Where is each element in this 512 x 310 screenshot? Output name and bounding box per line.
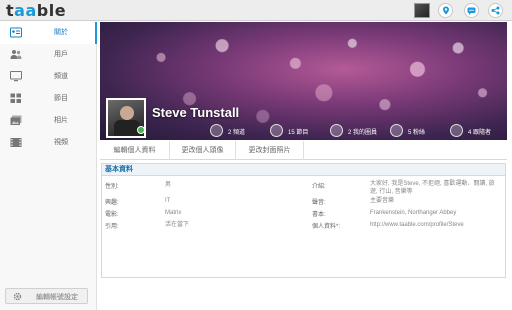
sidebar-item-label: 頻道 <box>54 73 68 80</box>
sidebar-item-label: 視頻 <box>54 139 68 146</box>
profile-card-icon <box>10 27 22 38</box>
avatar-face <box>120 106 134 120</box>
info-label: 興趣: <box>105 200 119 206</box>
main-content: Steve Tunstall 2 頻道 15 節目 2 我的圈員 5 粉絲 4 … <box>100 22 508 310</box>
logo-part: t <box>6 1 15 20</box>
info-value: Matrix <box>165 210 182 216</box>
tab-change-cover[interactable]: 更改封面照片 <box>236 141 304 160</box>
logo-part: ble <box>36 1 67 20</box>
users-icon <box>330 124 343 137</box>
top-bar: taable <box>0 0 512 21</box>
online-status-dot <box>137 126 145 134</box>
info-label: 個人資料*: <box>312 224 341 230</box>
basic-info-title: 基本資料 <box>102 164 505 176</box>
stat-text: 15 節目 <box>288 130 309 136</box>
taable-logo[interactable]: taable <box>6 1 66 20</box>
location-pin-icon <box>442 6 449 15</box>
sidebar-item-photos[interactable]: 相片 <box>0 110 97 132</box>
stat-text: 2 我的圈員 <box>348 130 378 136</box>
sidebar: 關於 用戶 頻道 節目 相片 視頻 編輯帳號設定 <box>0 22 97 310</box>
monitor-icon <box>210 124 223 137</box>
profile-tabs: 編輯個人資料 更改個人頭像 更改封面照片 <box>100 141 507 160</box>
monitor-icon <box>10 71 22 82</box>
sidebar-item-channels[interactable]: 頻道 <box>0 66 97 88</box>
share-button[interactable] <box>488 3 503 18</box>
chat-button[interactable] <box>464 3 479 18</box>
profile-name: Steve Tunstall <box>152 105 240 120</box>
follow-icon <box>450 124 463 137</box>
profile-url-link[interactable]: http://www.taable.com/profile/Steve <box>370 221 464 229</box>
stat-text: 5 粉絲 <box>408 130 426 136</box>
photos-icon <box>10 115 22 125</box>
add-user-icon <box>390 124 403 137</box>
basic-info-panel: 基本資料 性別: 男 興趣: IT 電影: Matrix 引用: 活在當下 介紹… <box>101 163 506 278</box>
share-icon <box>491 6 500 15</box>
sidebar-item-label: 節目 <box>54 95 68 102</box>
account-settings-button[interactable]: 編輯帳號設定 <box>5 288 88 304</box>
logo-part: aa <box>14 1 37 20</box>
grid-icon <box>10 93 21 103</box>
info-value: Frankenstein, Northanger Abbey <box>370 210 457 216</box>
tab-edit-profile[interactable]: 編輯個人資料 <box>100 141 170 160</box>
info-label: 介紹: <box>312 184 326 190</box>
info-value: IT <box>165 198 171 204</box>
info-label: 聲音: <box>312 200 326 206</box>
info-value: 男 <box>165 182 172 188</box>
sidebar-item-label: 關於 <box>54 29 68 36</box>
cover-photo <box>100 22 507 140</box>
info-label: 電影: <box>105 212 119 218</box>
stat-text: 4 跟隨者 <box>468 130 492 136</box>
info-label: 書本: <box>312 212 326 218</box>
sidebar-item-label: 相片 <box>54 117 68 124</box>
grid-icon <box>270 124 283 137</box>
sidebar-item-label: 用戶 <box>54 51 68 58</box>
chat-icon <box>467 7 476 15</box>
gear-icon <box>13 292 22 301</box>
tab-change-avatar[interactable]: 更改個人頭像 <box>170 141 236 160</box>
users-icon <box>10 50 22 59</box>
stat-text: 2 頻道 <box>228 130 246 136</box>
info-label: 性別: <box>105 184 119 190</box>
info-value: 主要音樂 <box>370 198 395 204</box>
sidebar-item-videos[interactable]: 視頻 <box>0 132 97 154</box>
info-value: 活在當下 <box>165 222 190 228</box>
info-value: 大家好, 我是Steve, 不拒絕, 喜歡運動、閱讀, 旅遊, 行山, 音樂等 <box>370 181 495 195</box>
location-button[interactable] <box>438 3 453 18</box>
sidebar-item-users[interactable]: 用戶 <box>0 44 97 66</box>
sidebar-item-programs[interactable]: 節目 <box>0 88 97 110</box>
account-settings-label: 編輯帳號設定 <box>36 294 78 301</box>
sidebar-item-about[interactable]: 關於 <box>0 22 97 44</box>
info-label: 引用: <box>105 224 119 230</box>
film-icon <box>10 138 22 147</box>
user-avatar[interactable] <box>414 3 430 18</box>
